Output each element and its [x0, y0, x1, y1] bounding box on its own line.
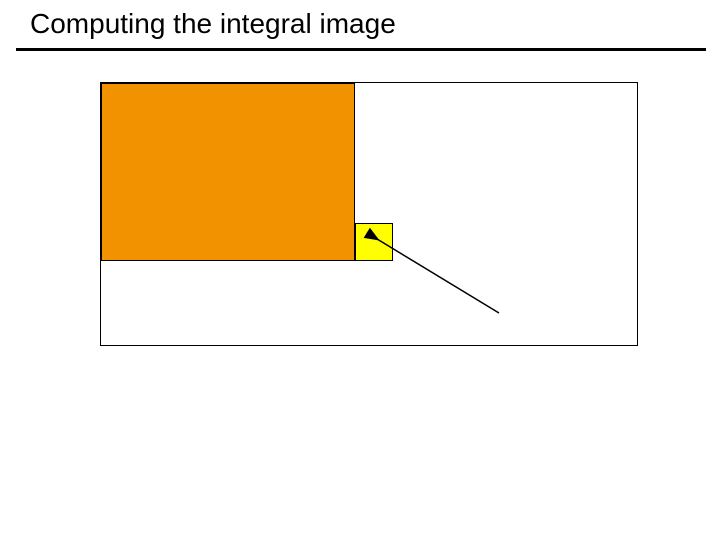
diagram-container: [100, 82, 638, 346]
yellow-pixel-box: [355, 223, 393, 261]
orange-region: [101, 83, 355, 261]
page-title: Computing the integral image: [30, 8, 396, 40]
title-underline: [16, 48, 706, 51]
